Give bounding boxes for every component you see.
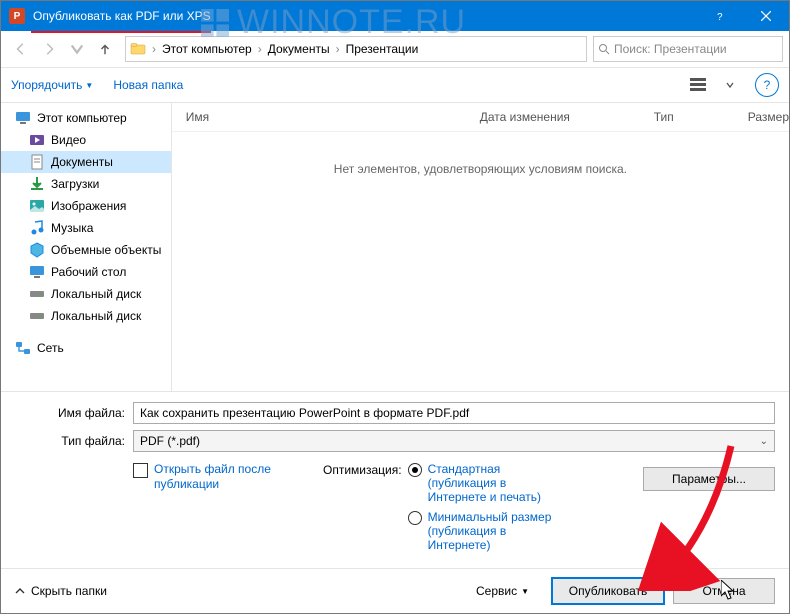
new-folder-button[interactable]: Новая папка	[113, 78, 183, 92]
optimization-minimum-radio[interactable]: Минимальный размер (публикация в Интерне…	[408, 510, 568, 552]
sidebar-item-network[interactable]: Сеть	[1, 337, 171, 359]
titlebar: P Опубликовать как PDF или XPS ?	[1, 1, 789, 31]
sidebar-item-videos[interactable]: Видео	[1, 129, 171, 151]
breadcrumb-item[interactable]: Презентации	[342, 42, 423, 56]
search-input[interactable]: Поиск: Презентации	[593, 36, 783, 62]
filetype-combo[interactable]: PDF (*.pdf)⌄	[133, 430, 775, 452]
chevron-right-icon: ›	[150, 42, 158, 56]
back-button[interactable]	[7, 35, 35, 63]
parameters-button[interactable]: Параметры...	[643, 467, 775, 491]
sidebar-item-disk-d[interactable]: Локальный диск	[1, 305, 171, 327]
chevron-down-icon: ▼	[521, 587, 529, 596]
sidebar-item-downloads[interactable]: Загрузки	[1, 173, 171, 195]
forward-button[interactable]	[35, 35, 63, 63]
sidebar: Этот компьютер Видео Документы Загрузки …	[1, 103, 172, 391]
column-name[interactable]: Имя	[172, 110, 466, 124]
radio-icon	[408, 511, 422, 525]
filetype-label: Тип файла:	[15, 434, 133, 448]
svg-text:?: ?	[717, 12, 723, 21]
service-button[interactable]: Сервис▼	[476, 584, 529, 598]
open-after-checkbox[interactable]: Открыть файл после публикации	[133, 462, 323, 558]
help-titlebar-button[interactable]: ?	[697, 1, 743, 31]
toolbar: Упорядочить▼ Новая папка ?	[1, 68, 789, 103]
optimization-label: Оптимизация:	[323, 462, 402, 558]
sidebar-item-3d[interactable]: Объемные объекты	[1, 239, 171, 261]
save-dialog-window: P Опубликовать как PDF или XPS ? › Этот …	[0, 0, 790, 614]
sidebar-item-pictures[interactable]: Изображения	[1, 195, 171, 217]
breadcrumb-item[interactable]: Документы	[264, 42, 334, 56]
window-title: Опубликовать как PDF или XPS	[33, 9, 697, 23]
folder-icon	[130, 41, 146, 57]
hide-folders-button[interactable]: Скрыть папки	[15, 584, 107, 598]
filename-input[interactable]	[133, 402, 775, 424]
view-mode-button[interactable]	[683, 70, 713, 100]
view-dropdown[interactable]	[715, 70, 745, 100]
radio-checked-icon	[408, 463, 422, 477]
breadcrumb-item[interactable]: Этот компьютер	[158, 42, 256, 56]
sidebar-item-disk-c[interactable]: Локальный диск	[1, 283, 171, 305]
sidebar-item-documents[interactable]: Документы	[1, 151, 171, 173]
filename-label: Имя файла:	[15, 406, 133, 420]
chevron-down-icon: ▼	[85, 81, 93, 90]
chevron-right-icon: ›	[256, 42, 264, 56]
address-bar[interactable]: › Этот компьютер › Документы › Презентац…	[125, 36, 587, 62]
close-button[interactable]	[743, 1, 789, 31]
navigation-bar: › Этот компьютер › Документы › Презентац…	[1, 31, 789, 68]
powerpoint-icon: P	[9, 8, 25, 24]
up-button[interactable]	[91, 35, 119, 63]
footer: Скрыть папки Сервис▼ Опубликовать Отмена	[1, 568, 789, 613]
column-date[interactable]: Дата изменения	[466, 110, 640, 124]
sidebar-item-this-pc[interactable]: Этот компьютер	[1, 107, 171, 129]
column-size[interactable]: Размер	[734, 110, 789, 124]
chevron-right-icon: ›	[334, 42, 342, 56]
recent-dropdown[interactable]	[63, 35, 91, 63]
optimization-standard-radio[interactable]: Стандартная (публикация в Интернете и пе…	[408, 462, 568, 504]
cancel-button[interactable]: Отмена	[673, 578, 775, 604]
chevron-down-icon: ⌄	[760, 436, 768, 447]
search-icon	[598, 43, 610, 55]
file-list: Имя Дата изменения Тип Размер Нет элемен…	[172, 103, 789, 391]
sidebar-item-desktop[interactable]: Рабочий стол	[1, 261, 171, 283]
help-button[interactable]: ?	[755, 73, 779, 97]
chevron-up-icon	[15, 586, 25, 596]
publish-button[interactable]: Опубликовать	[551, 577, 665, 605]
column-type[interactable]: Тип	[640, 110, 734, 124]
organize-button[interactable]: Упорядочить▼	[11, 78, 93, 92]
column-headers: Имя Дата изменения Тип Размер	[172, 103, 789, 132]
sidebar-item-music[interactable]: Музыка	[1, 217, 171, 239]
empty-message: Нет элементов, удовлетворяющих условиям …	[172, 132, 789, 391]
annotation-underline	[31, 31, 211, 33]
checkbox-icon	[133, 463, 148, 478]
